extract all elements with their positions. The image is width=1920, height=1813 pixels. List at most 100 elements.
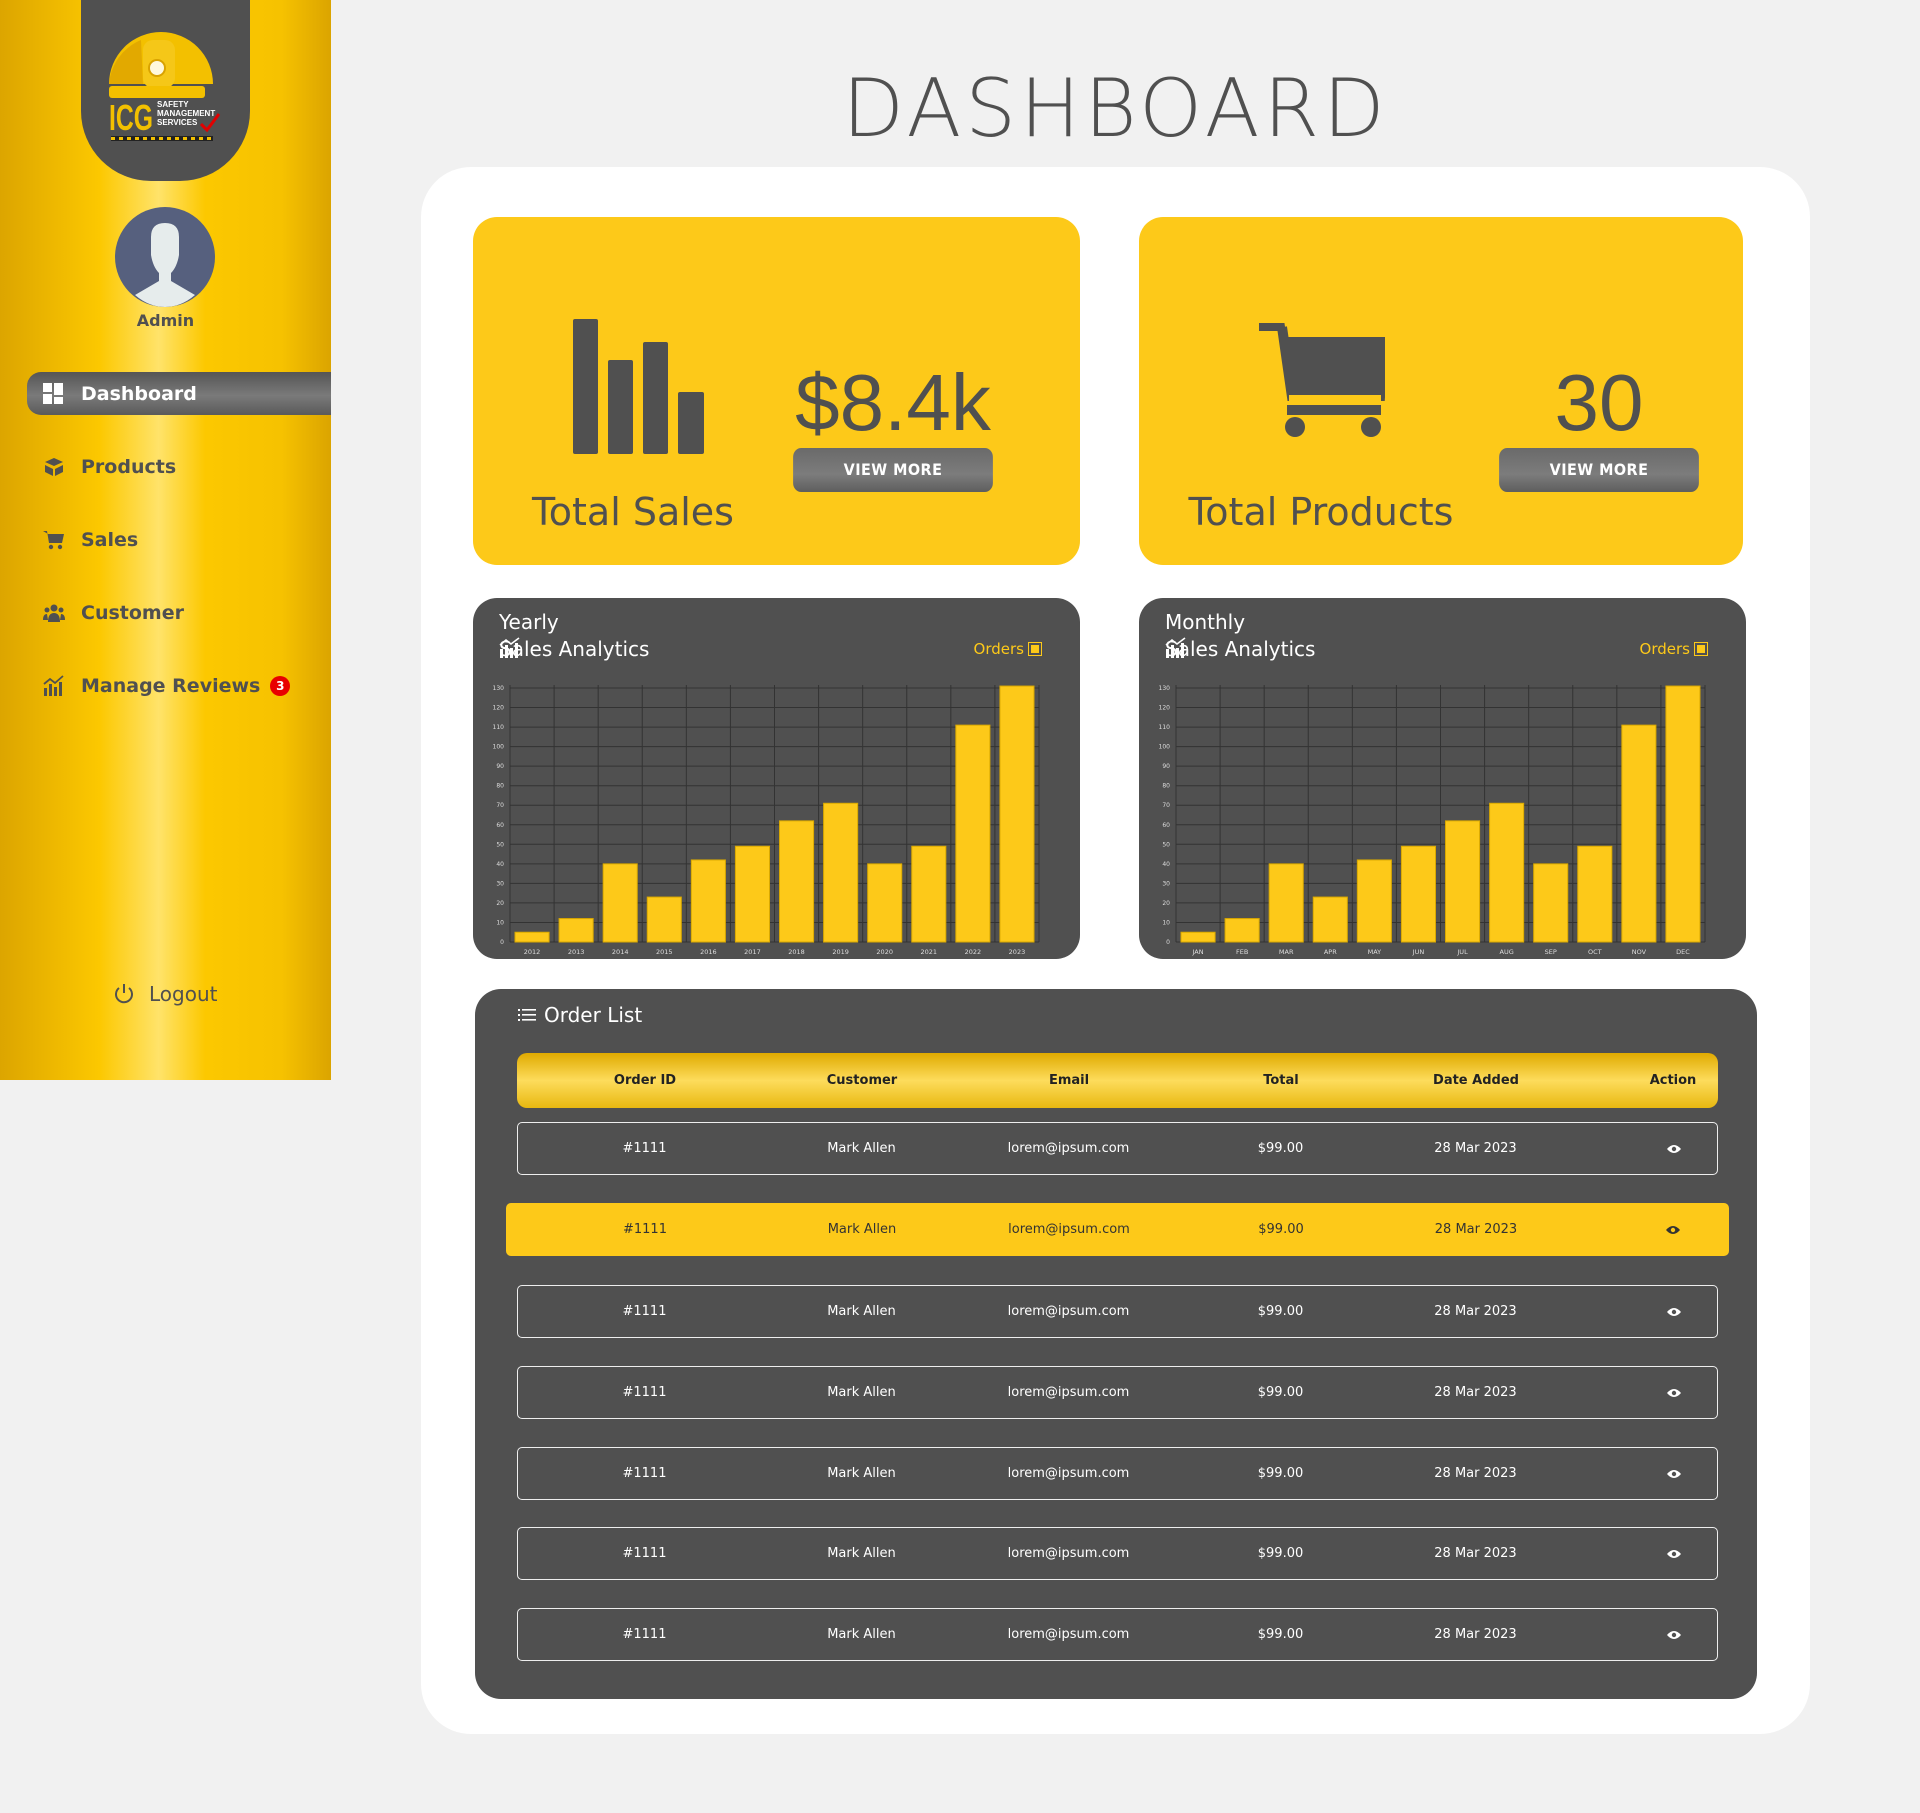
logout-button[interactable]: Logout <box>113 982 217 1006</box>
cell-total: $99.00 <box>1257 1141 1304 1156</box>
bar <box>1621 724 1657 943</box>
column-header-date-added[interactable]: Date Added <box>1366 1053 1586 1108</box>
y-tick-label: 60 <box>496 822 504 829</box>
svg-text:SAFETY: SAFETY <box>157 100 189 109</box>
eye-icon[interactable] <box>1667 1630 1681 1640</box>
total-sales-label: Total Sales <box>532 490 734 534</box>
total-sales-view-more-button[interactable]: VIEW MORE <box>793 448 993 492</box>
x-tick-label: APR <box>1324 948 1337 956</box>
bar <box>955 724 991 943</box>
chart-legend[interactable]: Orders <box>1640 640 1708 658</box>
eye-icon[interactable] <box>1667 1307 1681 1317</box>
cell-order-id: #1111 <box>623 1222 667 1237</box>
sidebar-item-manage-reviews[interactable]: Manage Reviews 3 <box>27 664 331 707</box>
bar <box>1400 845 1436 943</box>
svg-text:SERVICES: SERVICES <box>157 118 198 127</box>
cell-customer: Mark Allen <box>827 1546 896 1561</box>
view-action[interactable] <box>1564 1528 1784 1579</box>
x-tick-label: 2019 <box>832 948 849 956</box>
user-silhouette-icon <box>135 223 195 307</box>
view-action[interactable] <box>1564 1367 1784 1418</box>
view-action[interactable] <box>1564 1609 1784 1660</box>
total-sales-value: $8.4k <box>795 358 991 447</box>
y-tick-label: 120 <box>1159 705 1171 712</box>
cell-email: lorem@ipsum.com <box>1007 1627 1130 1642</box>
list-icon <box>518 1009 536 1021</box>
cell-total: $99.00 <box>1258 1222 1304 1237</box>
table-row[interactable]: #1111 Mark Allen lorem@ipsum.com $99.00 28 M… <box>517 1447 1718 1500</box>
avatar[interactable] <box>115 207 215 307</box>
sidebar-item-products[interactable]: Products <box>27 445 331 488</box>
x-tick-label: JUL <box>1456 948 1468 956</box>
x-tick-label: 2022 <box>965 948 982 956</box>
cell-date-added: 28 Mar 2023 <box>1434 1304 1517 1319</box>
table-row[interactable]: #1111 Mark Allen lorem@ipsum.com $99.00 28 M… <box>517 1527 1718 1580</box>
bar <box>690 859 726 943</box>
table-row[interactable]: #1111 Mark Allen lorem@ipsum.com $99.00 28 M… <box>517 1608 1718 1661</box>
x-tick-label: 2014 <box>612 948 629 956</box>
y-tick-label: 70 <box>1162 802 1170 809</box>
cart-icon <box>1259 323 1385 437</box>
y-tick-label: 0 <box>1166 939 1170 946</box>
x-tick-label: OCT <box>1588 948 1602 956</box>
y-tick-label: 70 <box>496 802 504 809</box>
dashboard-grid-icon <box>43 383 63 404</box>
column-header-customer[interactable]: Customer <box>752 1053 972 1108</box>
y-tick-label: 20 <box>496 900 504 907</box>
x-tick-label: 2017 <box>744 948 761 956</box>
chart-title-line1: Yearly <box>499 610 559 634</box>
column-header-email[interactable]: Email <box>959 1053 1179 1108</box>
cell-date-added: 28 Mar 2023 <box>1434 1466 1517 1481</box>
table-row[interactable]: #1111 Mark Allen lorem@ipsum.com $99.00 28 M… <box>506 1203 1729 1256</box>
cell-email: lorem@ipsum.com <box>1007 1466 1130 1481</box>
view-action[interactable] <box>1564 1123 1784 1174</box>
column-header-action[interactable]: Action <box>1563 1053 1783 1108</box>
eye-icon[interactable] <box>1667 1388 1681 1398</box>
bar <box>1224 918 1260 943</box>
cell-email: lorem@ipsum.com <box>1007 1385 1130 1400</box>
y-tick-label: 120 <box>493 705 505 712</box>
y-tick-label: 60 <box>1162 822 1170 829</box>
sidebar-item-sales[interactable]: Sales <box>27 518 331 561</box>
cell-customer: Mark Allen <box>827 1385 896 1400</box>
x-tick-label: 2016 <box>700 948 717 956</box>
y-tick-label: 40 <box>496 861 504 868</box>
cell-date-added: 28 Mar 2023 <box>1434 1546 1517 1561</box>
yearly-chart-card: 0 10 20 30 40 50 60 70 80 90 100 110 120 130 2012 2013 2… <box>473 598 1080 959</box>
y-tick-label: 30 <box>496 880 504 887</box>
y-tick-label: 40 <box>1162 861 1170 868</box>
column-header-order-id[interactable]: Order ID <box>535 1053 755 1108</box>
view-action[interactable] <box>1564 1448 1784 1499</box>
eye-icon[interactable] <box>1667 1549 1681 1559</box>
view-action[interactable] <box>1563 1203 1783 1256</box>
eye-icon[interactable] <box>1667 1144 1681 1154</box>
bar <box>1665 685 1701 943</box>
sidebar-item-customer[interactable]: Customer <box>27 591 331 634</box>
chart-legend[interactable]: Orders <box>974 640 1042 658</box>
sidebar-item-dashboard[interactable]: Dashboard <box>27 372 331 415</box>
x-tick-label: SEP <box>1545 948 1557 956</box>
bar <box>602 863 638 943</box>
eye-icon[interactable] <box>1667 1469 1681 1479</box>
x-tick-label: 2023 <box>1009 948 1026 956</box>
table-row[interactable]: #1111 Mark Allen lorem@ipsum.com $99.00 28 M… <box>517 1122 1718 1175</box>
bar <box>1533 863 1569 943</box>
cell-order-id: #1111 <box>622 1385 667 1400</box>
sidebar-item-label: Customer <box>81 601 184 624</box>
x-tick-label: MAY <box>1368 948 1382 956</box>
view-action[interactable] <box>1564 1286 1784 1337</box>
x-tick-label: 2013 <box>568 948 585 956</box>
cell-email: lorem@ipsum.com <box>1008 1222 1130 1237</box>
y-tick-label: 80 <box>1162 783 1170 790</box>
cell-total: $99.00 <box>1257 1546 1304 1561</box>
y-tick-label: 130 <box>493 685 505 692</box>
column-header-total[interactable]: Total <box>1171 1053 1391 1108</box>
y-tick-label: 50 <box>496 841 504 848</box>
total-products-view-more-button[interactable]: VIEW MORE <box>1499 448 1699 492</box>
eye-icon[interactable] <box>1666 1225 1680 1235</box>
table-row[interactable]: #1111 Mark Allen lorem@ipsum.com $99.00 28 M… <box>517 1285 1718 1338</box>
table-row[interactable]: #1111 Mark Allen lorem@ipsum.com $99.00 28 M… <box>517 1366 1718 1419</box>
cell-total: $99.00 <box>1257 1627 1304 1642</box>
cell-email: lorem@ipsum.com <box>1007 1304 1130 1319</box>
x-tick-label: 2018 <box>788 948 805 956</box>
